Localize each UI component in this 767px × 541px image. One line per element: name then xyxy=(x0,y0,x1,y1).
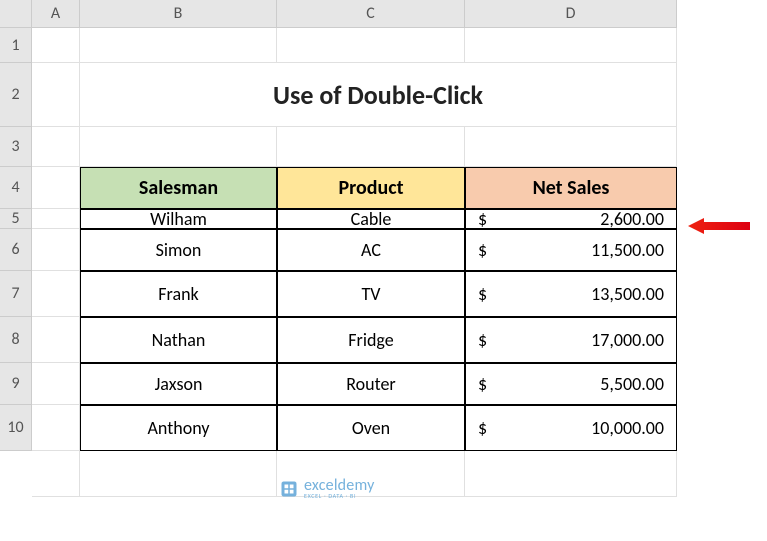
table-row[interactable]: $10,000.00 xyxy=(465,405,677,451)
row-header-8[interactable]: 8 xyxy=(0,317,32,363)
table-row[interactable]: $11,500.00 xyxy=(465,229,677,271)
cell-a2[interactable] xyxy=(32,63,80,127)
title-cell[interactable]: Use of Double-Click xyxy=(80,63,677,127)
cell-a8[interactable] xyxy=(32,317,80,363)
row-header-1[interactable]: 1 xyxy=(0,28,32,63)
cell-d3[interactable] xyxy=(465,127,677,167)
cell-a4[interactable] xyxy=(32,167,80,209)
amount: 11,500.00 xyxy=(591,239,664,261)
table-row[interactable]: TV xyxy=(277,271,465,317)
cell-d1[interactable] xyxy=(465,28,677,63)
header-salesman[interactable]: Salesman xyxy=(80,167,277,209)
cell-a9[interactable] xyxy=(32,363,80,405)
cell-a3[interactable] xyxy=(32,127,80,167)
table-row[interactable]: Simon xyxy=(80,229,277,271)
row-header-2[interactable]: 2 xyxy=(0,63,32,127)
cell-a10[interactable] xyxy=(32,405,80,451)
logo-icon xyxy=(280,480,298,498)
spreadsheet: A B C D 1 2 3 4 5 6 7 8 9 10 Use of Doub… xyxy=(0,0,767,541)
table-row[interactable]: Oven xyxy=(277,405,465,451)
currency: $ xyxy=(478,209,487,229)
currency: $ xyxy=(478,417,487,439)
amount: 13,500.00 xyxy=(591,283,664,305)
table-row[interactable]: $2,600.00 xyxy=(465,209,677,229)
amount: 17,000.00 xyxy=(591,329,664,351)
row-header-5[interactable]: 5 xyxy=(0,209,32,229)
watermark-sub: EXCEL · DATA · BI xyxy=(304,493,375,499)
column-headers: A B C D xyxy=(32,0,677,28)
table-row[interactable]: Jaxson xyxy=(80,363,277,405)
currency: $ xyxy=(478,329,487,351)
table-row[interactable]: Nathan xyxy=(80,317,277,363)
row-header-9[interactable]: 9 xyxy=(0,363,32,405)
col-header-a[interactable]: A xyxy=(32,0,80,28)
col-header-c[interactable]: C xyxy=(277,0,465,28)
table-row[interactable]: Cable xyxy=(277,209,465,229)
page-title: Use of Double-Click xyxy=(273,79,483,111)
currency: $ xyxy=(478,373,487,395)
cell-a1[interactable] xyxy=(32,28,80,63)
cell-a5[interactable] xyxy=(32,209,80,229)
header-product[interactable]: Product xyxy=(277,167,465,209)
cell-d11[interactable] xyxy=(465,451,677,497)
table-row[interactable]: $5,500.00 xyxy=(465,363,677,405)
cell-c3[interactable] xyxy=(277,127,465,167)
row-headers: 1 2 3 4 5 6 7 8 9 10 xyxy=(0,28,32,451)
row-header-4[interactable]: 4 xyxy=(0,167,32,209)
table-row[interactable]: $13,500.00 xyxy=(465,271,677,317)
currency: $ xyxy=(478,283,487,305)
select-all-corner[interactable] xyxy=(0,0,32,28)
amount: 5,500.00 xyxy=(600,373,664,395)
col-header-b[interactable]: B xyxy=(80,0,277,28)
watermark: exceldemy EXCEL · DATA · BI xyxy=(280,478,375,499)
currency: $ xyxy=(478,239,487,261)
table-row[interactable]: Frank xyxy=(80,271,277,317)
row-header-10[interactable]: 10 xyxy=(0,405,32,451)
cell-b11[interactable] xyxy=(80,451,277,497)
table-row[interactable]: $17,000.00 xyxy=(465,317,677,363)
col-header-d[interactable]: D xyxy=(465,0,677,28)
cell-a11[interactable] xyxy=(32,451,80,497)
cell-a7[interactable] xyxy=(32,271,80,317)
row-header-6[interactable]: 6 xyxy=(0,229,32,271)
table-row[interactable]: Anthony xyxy=(80,405,277,451)
cell-a6[interactable] xyxy=(32,229,80,271)
header-netsales[interactable]: Net Sales xyxy=(465,167,677,209)
cell-b1[interactable] xyxy=(80,28,277,63)
table-row[interactable]: Router xyxy=(277,363,465,405)
amount: 2,600.00 xyxy=(600,209,664,229)
row-header-3[interactable]: 3 xyxy=(0,127,32,167)
grid: Use of Double-Click Salesman Product Net… xyxy=(32,28,677,497)
row-header-7[interactable]: 7 xyxy=(0,271,32,317)
table-row[interactable]: Fridge xyxy=(277,317,465,363)
arrow-icon xyxy=(688,217,750,240)
table-row[interactable]: AC xyxy=(277,229,465,271)
cell-c1[interactable] xyxy=(277,28,465,63)
amount: 10,000.00 xyxy=(591,417,664,439)
table-row[interactable]: Wilham xyxy=(80,209,277,229)
cell-b3[interactable] xyxy=(80,127,277,167)
